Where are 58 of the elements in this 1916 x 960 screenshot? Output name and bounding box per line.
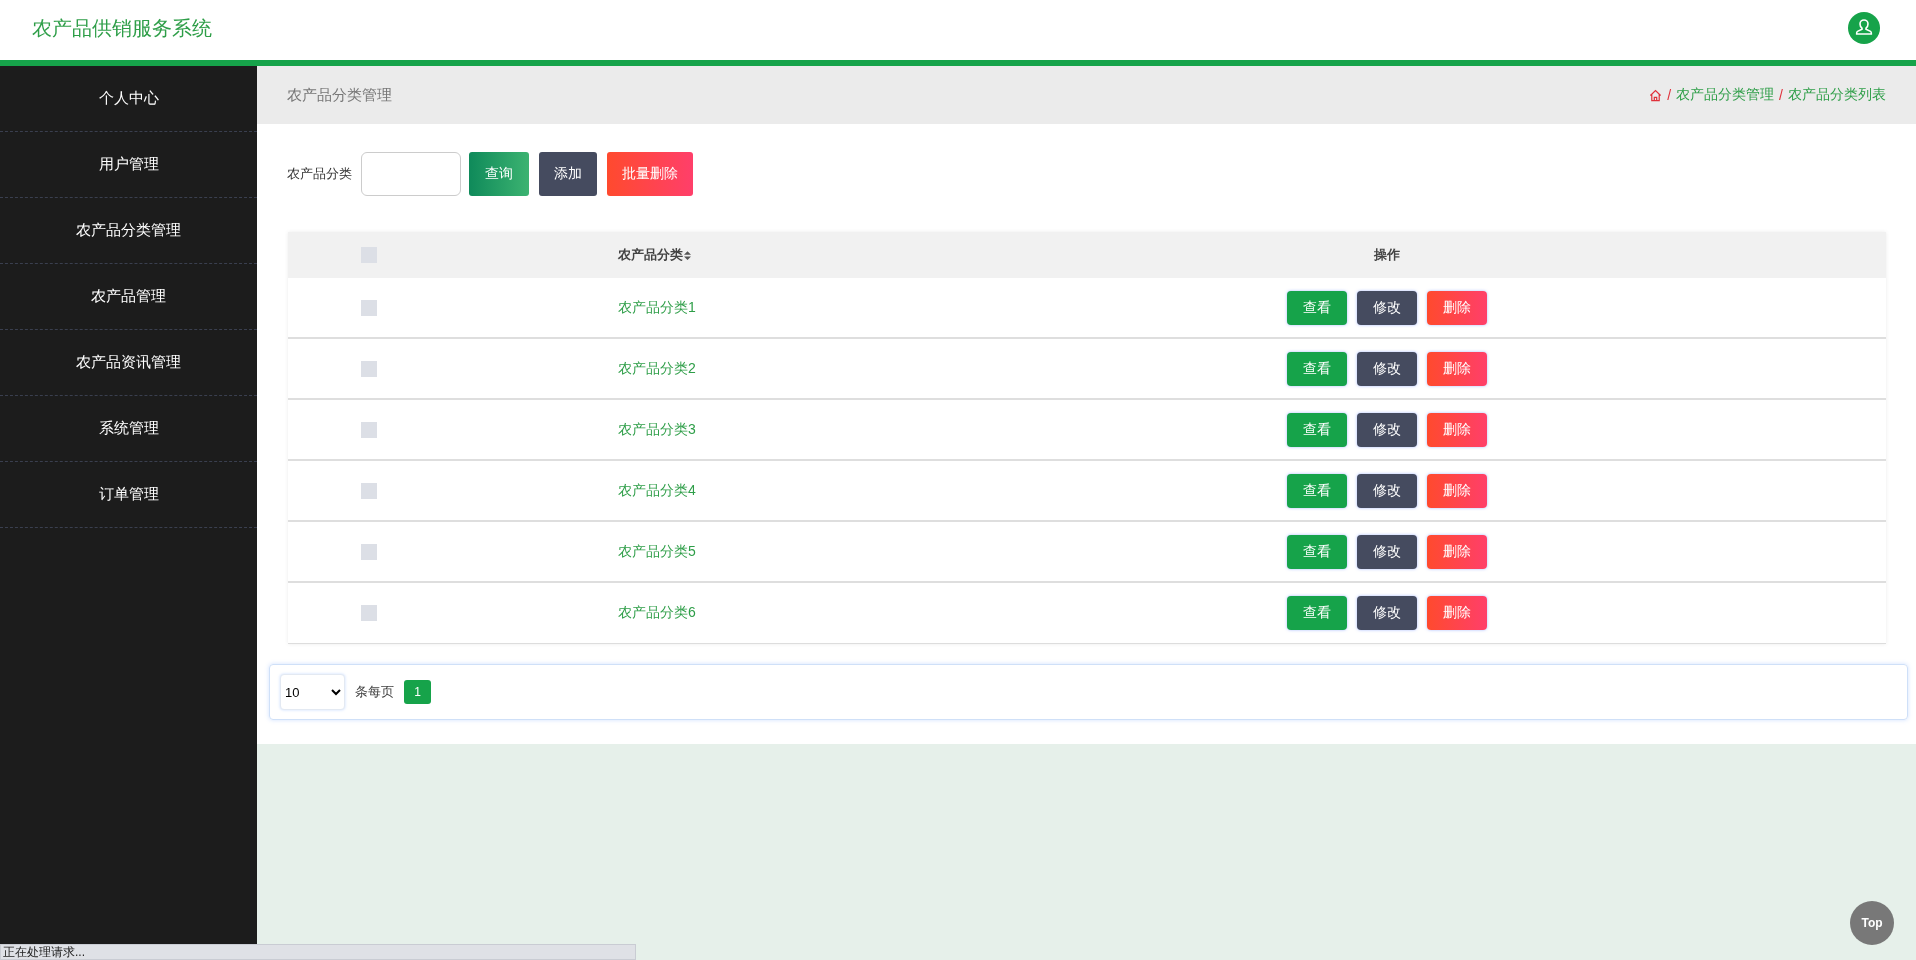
sidebar-menu-item[interactable]: 个人中心 xyxy=(98,89,159,108)
checkbox[interactable] xyxy=(361,482,377,499)
table-cell: 农产品分类3 xyxy=(618,420,696,439)
page-size-select[interactable]: 10 xyxy=(280,674,345,710)
edit-button[interactable]: 修改 xyxy=(1357,534,1417,569)
edit-button[interactable]: 修改 xyxy=(1357,473,1417,508)
breadcrumb-separator: / xyxy=(1667,87,1672,103)
per-page-label: 条每页 xyxy=(355,683,394,701)
search-button[interactable]: 查询 xyxy=(469,152,529,196)
status-bar: 正在处理请求... xyxy=(0,944,636,960)
search-field[interactable] xyxy=(361,152,461,196)
column-header[interactable]: 农产品分类 xyxy=(618,246,691,264)
sidebar-menu-item[interactable]: 用户管理 xyxy=(98,155,159,174)
view-button[interactable]: 查看 xyxy=(1287,596,1347,630)
table-cell: 农产品分类5 xyxy=(618,542,696,561)
sidebar-menu-item[interactable]: 农产品管理 xyxy=(91,287,166,306)
checkbox[interactable] xyxy=(361,543,377,560)
breadcrumb-separator: / xyxy=(1779,87,1783,103)
page-title: 农产品分类管理 xyxy=(287,85,392,105)
app-title: 农产品供销服务系统 xyxy=(32,15,212,41)
table-cell: 农产品分类6 xyxy=(618,604,696,622)
view-button[interactable]: 查看 xyxy=(1287,351,1347,386)
checkbox[interactable] xyxy=(361,605,377,621)
table-cell: 农产品分类4 xyxy=(618,481,696,500)
user-avatar-icon[interactable] xyxy=(1848,12,1880,44)
batch-delete-button[interactable]: 批量删除 xyxy=(607,152,693,196)
delete-button[interactable]: 删除 xyxy=(1427,351,1487,386)
sidebar-menu-item[interactable]: 农产品资讯管理 xyxy=(76,353,181,372)
view-button[interactable]: 查看 xyxy=(1287,534,1347,569)
table-cell: 农产品分类2 xyxy=(618,359,696,378)
page-button[interactable]: 1 xyxy=(404,680,431,704)
edit-button[interactable]: 修改 xyxy=(1357,412,1417,447)
column-header: 操作 xyxy=(1374,246,1400,264)
sidebar-menu-item[interactable]: 农产品分类管理 xyxy=(76,221,181,240)
sort-icon[interactable] xyxy=(684,250,691,260)
view-button[interactable]: 查看 xyxy=(1287,412,1347,447)
checkbox[interactable] xyxy=(361,360,377,377)
delete-button[interactable]: 删除 xyxy=(1427,412,1487,447)
edit-button[interactable]: 修改 xyxy=(1357,351,1417,386)
delete-button[interactable]: 删除 xyxy=(1427,534,1487,569)
edit-button[interactable]: 修改 xyxy=(1357,596,1417,630)
back-to-top-button[interactable]: Top xyxy=(1850,901,1894,945)
view-button[interactable]: 查看 xyxy=(1287,473,1347,508)
delete-button[interactable]: 删除 xyxy=(1427,473,1487,508)
add-button[interactable]: 添加 xyxy=(539,152,597,196)
edit-button[interactable]: 修改 xyxy=(1357,290,1417,325)
search-label: 农产品分类 xyxy=(287,165,352,183)
delete-button[interactable]: 删除 xyxy=(1427,596,1487,630)
table-cell: 农产品分类1 xyxy=(618,298,696,317)
sidebar-menu-item[interactable]: 订单管理 xyxy=(98,485,159,504)
home-icon[interactable] xyxy=(1649,88,1663,102)
view-button[interactable]: 查看 xyxy=(1287,290,1347,325)
breadcrumb-link[interactable]: 农产品分类列表 xyxy=(1788,86,1886,104)
breadcrumb-link[interactable]: 农产品分类管理 xyxy=(1676,86,1775,104)
delete-button[interactable]: 删除 xyxy=(1427,290,1487,325)
sidebar-menu-item[interactable]: 系统管理 xyxy=(98,419,159,438)
checkbox[interactable] xyxy=(361,299,377,316)
checkbox[interactable] xyxy=(361,421,377,438)
